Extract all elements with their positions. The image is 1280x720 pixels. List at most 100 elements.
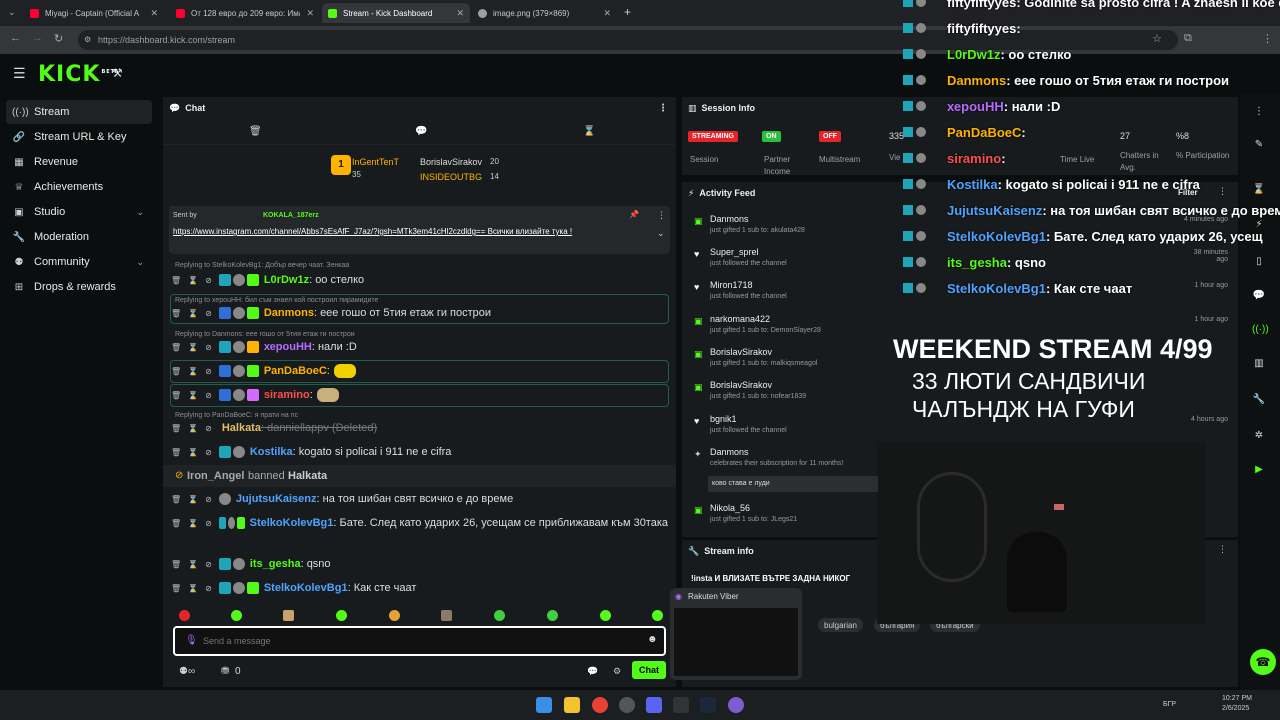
viber-icon[interactable]: [728, 697, 744, 713]
browser-menu-icon[interactable]: ⋮: [1262, 32, 1273, 45]
timeout-icon[interactable]: ⌛: [188, 495, 198, 504]
activity-item[interactable]: ▣ Danmons just gifted 1 sub to: akulata428: [690, 214, 870, 234]
chat-message[interactable]: 🗑 ⌛ ⊘ StelkoKolevBg1: Как сте чаат: [171, 582, 668, 594]
chat-message[interactable]: 🗑 ⌛ ⊘ Kostilka: kogato si policai i 911 ne…: [171, 446, 668, 458]
emote-icon[interactable]: [600, 610, 611, 621]
delete-icon[interactable]: 🗑: [171, 519, 181, 528]
activity-item[interactable]: ▣ BorislavSirakov just gifted 1 sub to: ma…: [690, 347, 870, 367]
ban-icon[interactable]: ⊘: [205, 309, 212, 318]
timeout-icon[interactable]: ⌛: [188, 519, 198, 528]
close-icon[interactable]: ✕: [603, 8, 611, 19]
sidebar-item-stream[interactable]: ((·)) Stream: [6, 100, 152, 124]
delete-icon[interactable]: 🗑: [171, 560, 181, 569]
ban-icon[interactable]: ⊘: [205, 560, 212, 569]
chat-message[interactable]: 🗑 ⌛ ⊘ JujutsuKaisenz: на тоя шибан свят вс…: [171, 493, 668, 505]
delete-icon[interactable]: 🗑: [171, 309, 181, 318]
activity-item[interactable]: ✦ Danmons celebrates their subscription fo…: [690, 447, 870, 467]
pinned-text[interactable]: https://www.instagram.com/channel/Abbs7s…: [173, 226, 643, 238]
chat-message[interactable]: 🗑 ⌛ ⊘ Danmons: еее гошо от 5тия етаж ги по…: [171, 307, 668, 319]
support-button[interactable]: ☎: [1250, 649, 1276, 675]
wrench-icon[interactable]: 🔧: [1252, 394, 1266, 408]
sidebar-item-achievements[interactable]: ♕ Achievements: [6, 175, 152, 199]
timeout-icon[interactable]: ⌛: [188, 448, 198, 457]
ban-icon[interactable]: ⊘: [205, 343, 212, 352]
more-options-icon[interactable]: ⋮: [1218, 186, 1227, 197]
chat-bubble-icon[interactable]: 💬: [587, 666, 598, 677]
delete-icon[interactable]: 🗑: [171, 584, 181, 593]
ban-icon[interactable]: ⊘: [205, 519, 212, 528]
chat-icon[interactable]: 💬: [1252, 290, 1266, 304]
timeout-icon[interactable]: ⌛: [188, 560, 198, 569]
tab-search-icon[interactable]: ⌄: [8, 7, 16, 18]
forward-icon[interactable]: →: [32, 32, 43, 44]
sidebar-item-moderation[interactable]: 🔧 Moderation: [6, 225, 152, 249]
pinned-message[interactable]: Sent by KOKALA_187erz 📌 ⋮ https://www.in…: [169, 206, 670, 254]
emoji-picker-icon[interactable]: ☻: [647, 634, 658, 645]
delete-icon[interactable]: 🗑: [171, 424, 181, 433]
delete-icon[interactable]: 🗑: [171, 391, 181, 400]
tab-image[interactable]: image.png (379×869) ✕: [472, 3, 617, 23]
chat-message[interactable]: 🗑 ⌛ ⊘ its_gesha: qsno: [171, 558, 668, 570]
chat-message[interactable]: 🗑 ⌛ ⊘ L0rDw1z: оо стелко: [171, 274, 668, 286]
timeout-icon[interactable]: ⌛: [188, 309, 198, 318]
delete-icon[interactable]: 🗑: [171, 276, 181, 285]
send-chat-button[interactable]: Chat: [632, 661, 666, 679]
extensions-icon[interactable]: ⧉: [1184, 32, 1192, 45]
chat-username[interactable]: хероuHH: [264, 341, 312, 353]
emote-icon[interactable]: [494, 610, 505, 621]
emote-icon[interactable]: [179, 610, 190, 621]
chat-username[interactable]: StelkoKolevBg1: [264, 582, 348, 594]
ban-icon[interactable]: ⊘: [205, 424, 212, 433]
obs-icon[interactable]: [619, 697, 635, 713]
settings-icon[interactable]: ✲: [1252, 430, 1266, 444]
new-tab-icon[interactable]: +: [624, 5, 631, 19]
close-icon[interactable]: ✕: [150, 8, 158, 19]
ban-icon[interactable]: ⊘: [205, 276, 212, 285]
chat-input-box[interactable]: 🎙 ☻: [173, 626, 666, 656]
hourglass-icon[interactable]: ⌛: [583, 126, 595, 137]
emote-icon[interactable]: [336, 610, 347, 621]
timeout-icon[interactable]: ⌛: [188, 391, 198, 400]
phone-icon[interactable]: ▯: [1252, 256, 1266, 270]
trash-icon[interactable]: 🗑: [249, 126, 262, 137]
chat-message[interactable]: 🗑 ⌛ ⊘ siramino:: [171, 388, 668, 402]
ban-icon[interactable]: ⊘: [205, 584, 212, 593]
chat-message[interactable]: 🗑 ⌛ ⊘ PanDaBoeC:: [171, 364, 668, 378]
chart-icon[interactable]: ▥: [1252, 358, 1266, 372]
file-explorer-icon[interactable]: [564, 697, 580, 713]
emote-icon[interactable]: [547, 610, 558, 621]
sidebar-item-stream-url-key[interactable]: 🔗 Stream URL & Key: [6, 125, 152, 149]
chat-settings-icon[interactable]: 💬: [415, 126, 427, 137]
back-icon[interactable]: ←: [10, 32, 21, 44]
language-indicator[interactable]: БГР: [1163, 701, 1176, 708]
hourglass-icon[interactable]: ⌛: [1252, 184, 1266, 198]
sidebar-item-community[interactable]: ⚉ Community ⌄: [6, 250, 152, 274]
reload-icon[interactable]: ↻: [54, 32, 63, 45]
sidebar-item-studio[interactable]: ▣ Studio ⌄: [6, 200, 152, 224]
more-options-icon[interactable]: ⋮: [1218, 544, 1227, 555]
chat-username[interactable]: L0rDw1z: [264, 274, 309, 286]
chat-username[interactable]: Kostilka: [250, 446, 293, 458]
chevron-down-icon[interactable]: ⌄: [657, 228, 665, 239]
hamburger-menu-icon[interactable]: ☰: [13, 65, 26, 82]
activity-item[interactable]: ♥ bgnik1 just followed the channel: [690, 414, 870, 434]
broadcast-icon[interactable]: ((·)): [1252, 324, 1269, 338]
emote-icon[interactable]: [389, 610, 400, 621]
close-icon[interactable]: ✕: [306, 8, 314, 19]
microphone-icon[interactable]: 🎙: [185, 635, 198, 646]
steam-icon[interactable]: [700, 697, 716, 713]
delete-icon[interactable]: 🗑: [171, 343, 181, 352]
timeout-icon[interactable]: ⌛: [188, 343, 198, 352]
ban-icon[interactable]: ⊘: [205, 448, 212, 457]
chat-username[interactable]: its_gesha: [250, 558, 301, 570]
hammer-icon[interactable]: ⚒: [112, 66, 123, 80]
timeout-icon[interactable]: ⌛: [188, 367, 198, 376]
ban-icon[interactable]: ⊘: [205, 391, 212, 400]
chat-username[interactable]: Danmons: [264, 307, 314, 319]
timeout-icon[interactable]: ⌛: [188, 424, 198, 433]
tag-pill[interactable]: bulgarian: [818, 618, 863, 632]
tab-kick-dashboard[interactable]: Stream - Kick Dashboard ✕: [322, 3, 470, 23]
sidebar-item-revenue[interactable]: ▦ Revenue: [6, 150, 152, 174]
user-points-icon[interactable]: ⚉∞: [179, 666, 195, 677]
discord-icon[interactable]: [646, 697, 662, 713]
